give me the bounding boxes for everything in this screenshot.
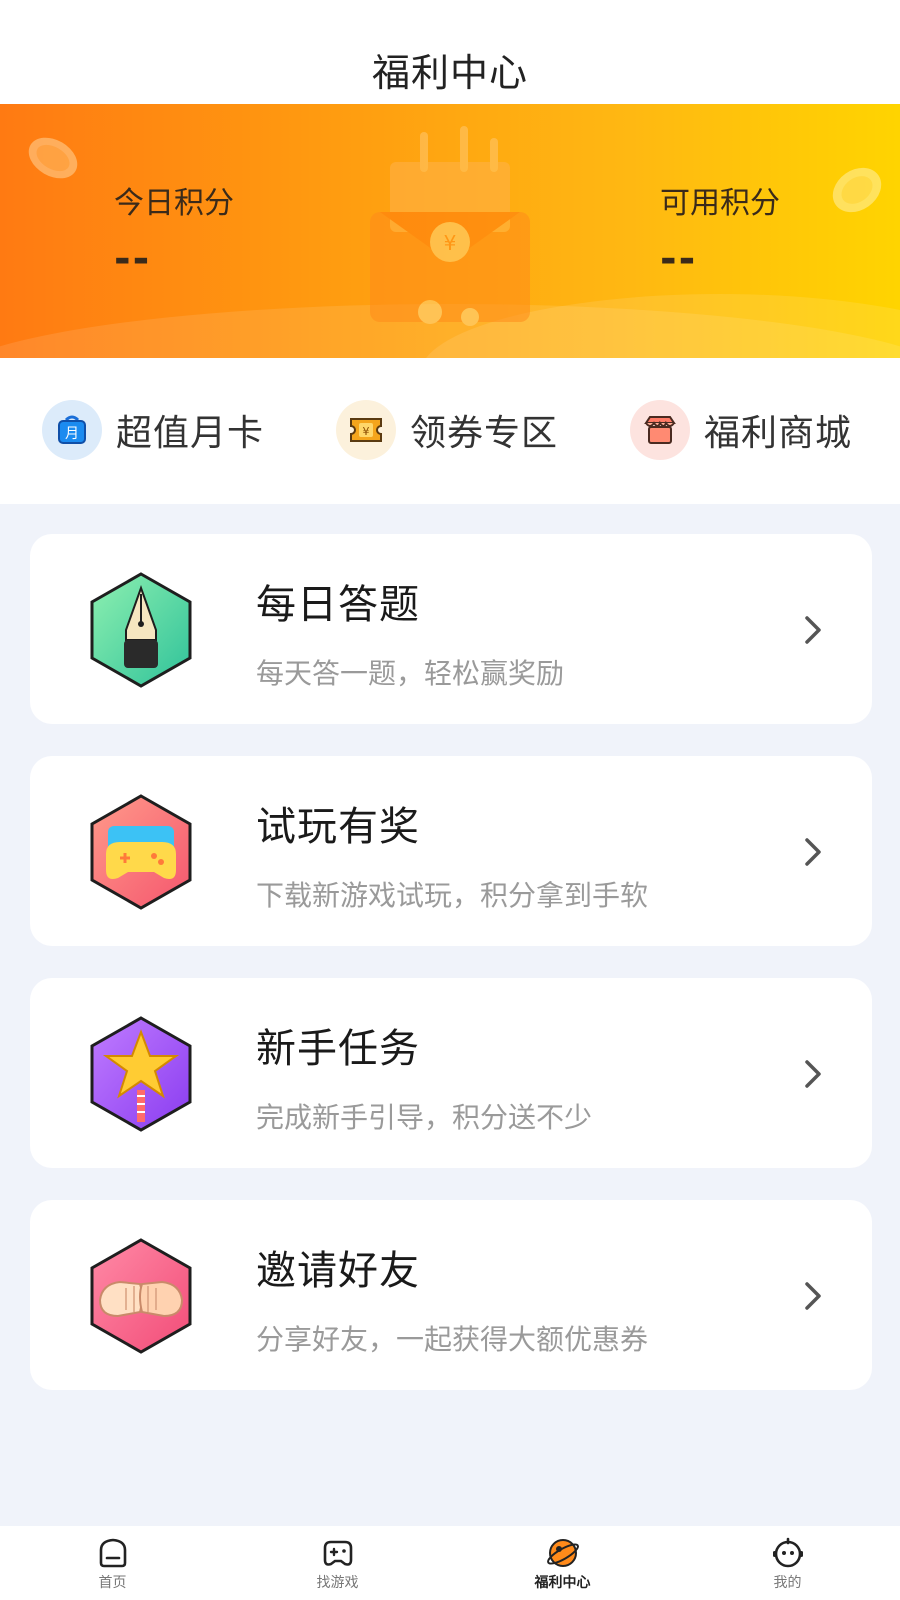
page-title: 福利中心 xyxy=(371,50,528,95)
quick-links-bar: 月 超值月卡 ¥ 领券专区 福利商城 xyxy=(0,358,900,504)
today-points-label: 今日积分 xyxy=(114,186,234,221)
available-points-value: -- xyxy=(660,236,698,282)
tab-label: 首页 xyxy=(98,1575,127,1591)
quick-link-label: 福利商城 xyxy=(704,413,853,454)
svg-text:¥: ¥ xyxy=(444,231,457,255)
task-title: 试玩有奖 xyxy=(256,804,420,850)
tab-label: 福利中心 xyxy=(534,1575,591,1591)
profile-icon xyxy=(772,1537,803,1568)
monthly-card-icon: 月 xyxy=(42,400,102,460)
task-description: 下载新游戏试玩，积分拿到手软 xyxy=(256,879,649,912)
task-title: 邀请好友 xyxy=(256,1248,420,1294)
chevron-right-icon xyxy=(805,838,821,866)
coin-decoration-icon xyxy=(832,167,882,213)
task-description: 分享好友，一起获得大额优惠券 xyxy=(256,1323,649,1356)
available-points-label: 可用积分 xyxy=(660,186,780,221)
gamepad-icon xyxy=(90,794,192,910)
svg-text:¥: ¥ xyxy=(363,425,370,438)
tab-welfare-center[interactable]: 福利中心 xyxy=(450,1526,675,1600)
tab-find-games[interactable]: 找游戏 xyxy=(225,1526,450,1600)
quick-link-label: 领券专区 xyxy=(410,413,559,454)
quick-link-label: 超值月卡 xyxy=(116,413,265,454)
available-points-block: 可用积分 -- xyxy=(660,178,780,282)
task-title: 新手任务 xyxy=(256,1026,420,1072)
today-points-value: -- xyxy=(114,236,152,282)
task-card-trial-play[interactable]: 试玩有奖 下载新游戏试玩，积分拿到手软 xyxy=(30,756,872,946)
quick-link-monthly-card[interactable]: 月 超值月卡 xyxy=(42,400,264,460)
today-points-block: 今日积分 -- xyxy=(114,178,234,282)
task-list: 每日答题 每天答一题，轻松赢奖励 试玩有奖 下载新游戏试玩，积分拿到手软 新手任… xyxy=(30,534,872,1422)
task-description: 完成新手引导，积分送不少 xyxy=(256,1101,593,1134)
coin-decoration-icon xyxy=(28,137,78,179)
chevron-right-icon xyxy=(805,616,821,644)
top-header: 福利中心 xyxy=(0,0,900,104)
tab-mine[interactable]: 我的 xyxy=(675,1526,900,1600)
planet-icon xyxy=(546,1539,579,1567)
points-banner: ¥ 今日积分 -- 可用积分 -- xyxy=(0,104,900,358)
task-card-daily-quiz[interactable]: 每日答题 每天答一题，轻松赢奖励 xyxy=(30,534,872,724)
tab-home[interactable]: 首页 xyxy=(0,1526,225,1600)
svg-text:月: 月 xyxy=(65,426,79,442)
quick-link-coupons[interactable]: ¥ 领券专区 xyxy=(336,400,558,460)
quick-link-store[interactable]: 福利商城 xyxy=(630,400,852,460)
tab-label: 我的 xyxy=(773,1575,802,1591)
gamepad-icon xyxy=(323,1540,352,1566)
task-card-newbie-tasks[interactable]: 新手任务 完成新手引导，积分送不少 xyxy=(30,978,872,1168)
chevron-right-icon xyxy=(805,1060,821,1088)
task-description: 每天答一题，轻松赢奖励 xyxy=(256,657,565,690)
task-title: 每日答题 xyxy=(256,582,420,628)
home-icon xyxy=(99,1538,126,1568)
star-wand-icon xyxy=(90,1016,192,1132)
red-envelope-illustration-icon: ¥ xyxy=(370,126,530,326)
bottom-tab-bar: 首页 找游戏 福利中心 我的 xyxy=(0,1526,900,1600)
pen-icon xyxy=(90,572,192,688)
chevron-right-icon xyxy=(805,1282,821,1310)
store-icon xyxy=(630,400,690,460)
tab-label: 找游戏 xyxy=(316,1575,359,1591)
coupon-icon: ¥ xyxy=(336,400,396,460)
fist-bump-icon xyxy=(90,1238,192,1354)
task-card-invite-friends[interactable]: 邀请好友 分享好友，一起获得大额优惠券 xyxy=(30,1200,872,1390)
